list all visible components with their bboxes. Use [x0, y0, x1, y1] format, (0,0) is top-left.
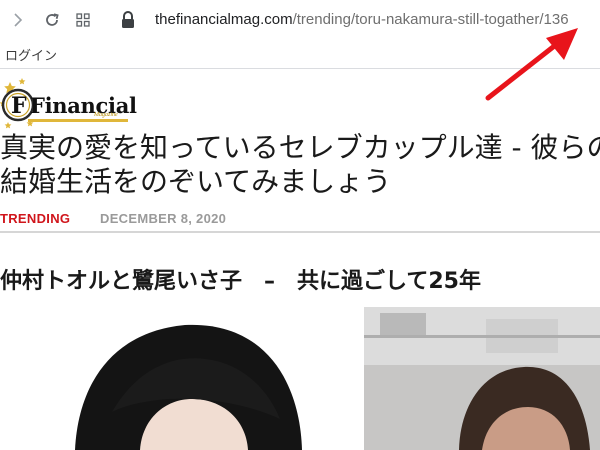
reload-icon	[46, 13, 59, 26]
url-host: thefinancialmag.com	[155, 11, 293, 28]
category-link[interactable]: TRENDING	[0, 211, 70, 226]
chevron-right-icon	[14, 13, 23, 27]
article-photo-left	[0, 307, 358, 450]
article-meta: TRENDING DECEMBER 8, 2020	[0, 211, 226, 226]
apps-button[interactable]	[71, 8, 95, 32]
divider	[0, 231, 600, 233]
bookmark-login[interactable]: ログイン	[5, 45, 57, 64]
svg-text:F: F	[11, 93, 27, 119]
publish-date: DECEMBER 8, 2020	[100, 211, 227, 226]
apps-grid-icon	[76, 13, 90, 27]
lock-icon[interactable]	[119, 9, 137, 31]
reload-button[interactable]	[40, 8, 64, 32]
logo-subtext: Magazine	[94, 112, 118, 118]
forward-button[interactable]	[6, 8, 30, 32]
logo-text: Financial	[30, 93, 137, 118]
article-photo-right	[364, 307, 600, 450]
article-subheading: 仲村トオルと鷺尾いさ子 – 共に過ごして25年	[0, 269, 481, 294]
article-headline: 真実の愛を知っているセレブカップル達 - 彼らの結婚生活をのぞいてみましょう	[0, 131, 600, 198]
annotation-arrow-icon	[485, 28, 578, 101]
